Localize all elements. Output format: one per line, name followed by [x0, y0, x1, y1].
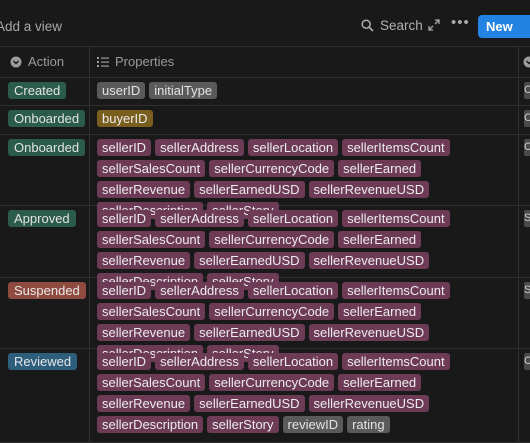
- property-tag: sellerEarned: [338, 160, 421, 177]
- property-tag: sellerRevenue: [97, 181, 190, 198]
- property-tag: sellerSalesCount: [97, 374, 205, 391]
- truncated-cell: S: [524, 282, 530, 299]
- property-tag: sellerStory: [207, 416, 278, 433]
- property-tag: userID: [97, 82, 145, 99]
- property-tag: sellerSalesCount: [97, 303, 205, 320]
- property-tag: sellerLocation: [248, 139, 338, 156]
- property-tag: buyerID: [97, 110, 153, 127]
- property-tag: sellerCurrencyCode: [209, 160, 334, 177]
- property-tag: sellerEarned: [338, 231, 421, 248]
- property-tag: sellerID: [97, 353, 151, 370]
- header-top-border: [0, 46, 530, 47]
- search-button[interactable]: Search: [361, 18, 423, 33]
- property-tag: sellerRevenue: [97, 395, 190, 412]
- property-tag: sellerCurrencyCode: [209, 231, 334, 248]
- property-tag: sellerID: [97, 210, 151, 227]
- more-options-icon[interactable]: •••: [451, 14, 470, 31]
- truncated-cell: C: [524, 353, 530, 370]
- search-icon: [361, 19, 374, 32]
- property-tag: sellerEarnedUSD: [194, 181, 304, 198]
- property-tag: sellerLocation: [248, 210, 338, 227]
- property-tag: reviewID: [283, 416, 344, 433]
- property-tag: sellerID: [97, 282, 151, 299]
- properties-cell[interactable]: buyerID: [97, 110, 517, 131]
- property-tag: sellerID: [97, 139, 151, 156]
- row-divider: [0, 134, 530, 135]
- property-tag: sellerItemsCount: [342, 353, 450, 370]
- column-header-properties[interactable]: Properties: [97, 46, 174, 77]
- property-tag: sellerRevenueUSD: [309, 395, 430, 412]
- property-tag: sellerRevenue: [97, 324, 190, 341]
- property-tag: sellerEarned: [338, 303, 421, 320]
- column-header-label: Action: [28, 54, 64, 69]
- action-badge: Reviewed: [8, 353, 77, 370]
- property-tag: sellerAddress: [155, 210, 244, 227]
- property-tag: sellerRevenueUSD: [309, 324, 430, 341]
- property-tag: sellerEarnedUSD: [194, 324, 304, 341]
- column-header-label: Properties: [115, 54, 174, 69]
- add-view-button[interactable]: Add a view: [0, 19, 62, 34]
- property-tag: rating: [347, 416, 390, 433]
- select-property-icon: [523, 56, 530, 68]
- header-bottom-border: [0, 77, 530, 78]
- properties-cell[interactable]: userIDinitialType: [97, 82, 517, 103]
- property-tag: sellerAddress: [155, 139, 244, 156]
- action-badge: Suspended: [8, 282, 86, 299]
- property-tag: sellerRevenueUSD: [309, 252, 430, 269]
- properties-cell[interactable]: sellerIDsellerAddresssellerLocationselle…: [97, 353, 517, 437]
- property-tag: sellerAddress: [155, 282, 244, 299]
- property-tag: sellerCurrencyCode: [209, 303, 334, 320]
- action-badge: Onboarded: [8, 139, 85, 156]
- property-tag: sellerItemsCount: [342, 210, 450, 227]
- property-tag: sellerRevenueUSD: [309, 181, 430, 198]
- truncated-cell: C: [524, 82, 530, 99]
- new-button[interactable]: New: [478, 15, 530, 38]
- multi-select-property-icon: [97, 56, 109, 67]
- row-divider: [0, 105, 530, 106]
- truncated-cell: C: [524, 110, 530, 127]
- property-tag: sellerRevenue: [97, 252, 190, 269]
- select-property-icon: [10, 56, 22, 68]
- property-tag: sellerLocation: [248, 282, 338, 299]
- toolbar: Add a view Search ••• New: [0, 0, 530, 46]
- property-tag: sellerCurrencyCode: [209, 374, 334, 391]
- property-tag: sellerItemsCount: [342, 139, 450, 156]
- truncated-cell: S: [524, 210, 530, 227]
- property-tag: initialType: [149, 82, 217, 99]
- property-tag: sellerEarnedUSD: [194, 395, 304, 412]
- property-tag: sellerItemsCount: [342, 282, 450, 299]
- action-badge: Created: [8, 82, 66, 99]
- column-header-action[interactable]: Action: [10, 46, 64, 77]
- action-badge: Approved: [8, 210, 76, 227]
- action-badge: Onboarded: [8, 110, 85, 127]
- search-label: Search: [380, 18, 423, 33]
- property-tag: sellerSalesCount: [97, 231, 205, 248]
- property-tag: sellerLocation: [248, 353, 338, 370]
- property-tag: sellerSalesCount: [97, 160, 205, 177]
- property-tag: sellerAddress: [155, 353, 244, 370]
- property-tag: sellerEarnedUSD: [194, 252, 304, 269]
- truncated-cell: C: [524, 139, 530, 156]
- property-tag: sellerEarned: [338, 374, 421, 391]
- property-tag: sellerDescription: [97, 416, 203, 433]
- expand-icon[interactable]: [428, 19, 440, 31]
